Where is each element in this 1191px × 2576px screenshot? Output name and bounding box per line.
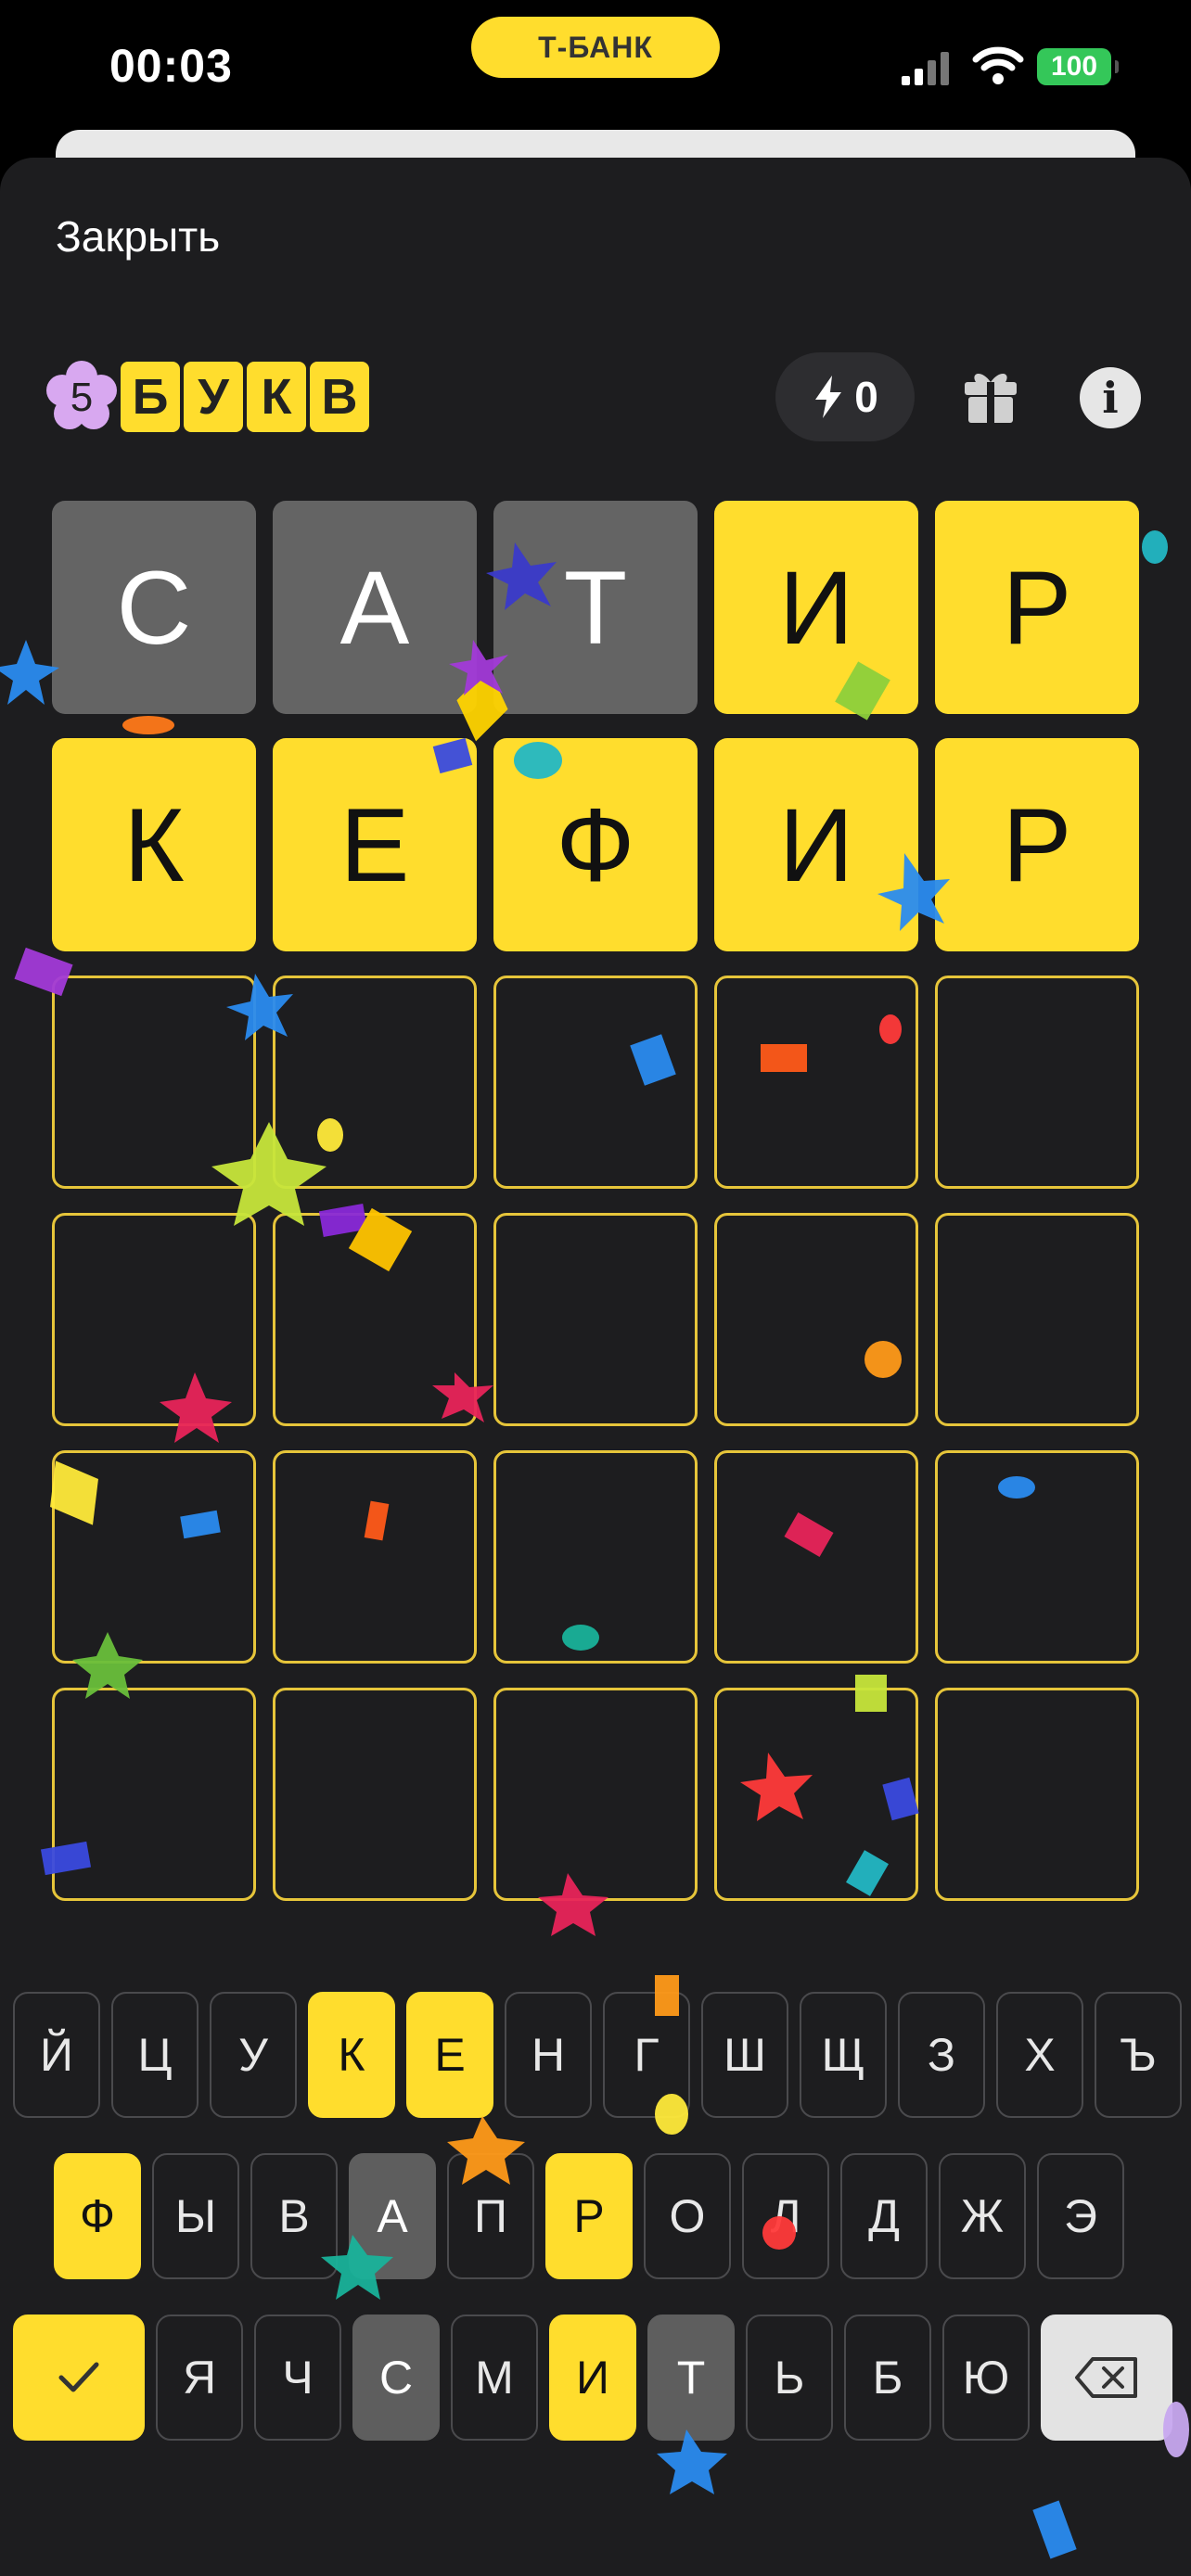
board-tile: Ф	[493, 738, 698, 951]
board-tile	[273, 1450, 477, 1664]
gift-icon[interactable]	[961, 365, 1020, 425]
board-tile	[935, 976, 1139, 1189]
close-button[interactable]: Закрыть	[56, 211, 220, 261]
logo-letter: К	[247, 362, 306, 432]
board-tile: К	[52, 738, 256, 951]
key-О[interactable]: О	[644, 2153, 731, 2279]
info-icon[interactable]: i	[1080, 367, 1141, 428]
key-Е[interactable]: Е	[406, 1992, 493, 2118]
key-Р[interactable]: Р	[545, 2153, 633, 2279]
key-В[interactable]: В	[250, 2153, 338, 2279]
battery-icon: 100	[1037, 48, 1119, 85]
energy-counter[interactable]: 0	[775, 352, 915, 441]
board-tile: И	[714, 501, 918, 714]
key-Ц[interactable]: Ц	[111, 1992, 198, 2118]
logo-letter: Б	[121, 362, 180, 432]
key-Г[interactable]: Г	[603, 1992, 690, 2118]
board-tile: А	[273, 501, 477, 714]
board-tile	[52, 1688, 256, 1901]
board-tile	[935, 1213, 1139, 1426]
bank-pill[interactable]: Т-БАНК	[471, 17, 720, 78]
game-logo: 5 БУКВ	[45, 360, 369, 434]
key-Ж[interactable]: Ж	[939, 2153, 1026, 2279]
status-time: 00:03	[109, 40, 233, 92]
key-Б[interactable]: Б	[844, 2315, 931, 2441]
board-tile	[935, 1450, 1139, 1664]
cellular-signal-icon	[902, 52, 949, 85]
key-И[interactable]: И	[549, 2315, 636, 2441]
key-Ю[interactable]: Ю	[942, 2315, 1030, 2441]
board-tile	[714, 1213, 918, 1426]
key-Д[interactable]: Д	[840, 2153, 928, 2279]
key-Ъ[interactable]: Ъ	[1095, 1992, 1182, 2118]
key-Н[interactable]: Н	[505, 1992, 592, 2118]
logo-letter: В	[310, 362, 369, 432]
board-tile: И	[714, 738, 918, 951]
board-tile: Р	[935, 501, 1139, 714]
board-tile	[273, 1213, 477, 1426]
submit-key[interactable]	[13, 2315, 145, 2441]
logo-letter: У	[184, 362, 243, 432]
key-Х[interactable]: Х	[996, 1992, 1083, 2118]
flower-badge-icon: 5	[45, 360, 119, 434]
energy-count: 0	[854, 373, 878, 421]
key-Т[interactable]: Т	[647, 2315, 735, 2441]
logo-number: 5	[70, 375, 93, 420]
board-tile	[52, 1450, 256, 1664]
key-З[interactable]: З	[898, 1992, 985, 2118]
board-tile	[714, 976, 918, 1189]
key-Л[interactable]: Л	[742, 2153, 829, 2279]
board-tile	[273, 1688, 477, 1901]
key-А[interactable]: А	[349, 2153, 436, 2279]
board-tile: Р	[935, 738, 1139, 951]
backspace-key[interactable]	[1041, 2315, 1172, 2441]
key-К[interactable]: К	[308, 1992, 395, 2118]
key-С[interactable]: С	[352, 2315, 440, 2441]
app-screen: 00:03 Т-БАНК 100 Закрыть 5 Б У К В 0 i С…	[0, 0, 1191, 2576]
board-tile	[52, 976, 256, 1189]
board-tile	[493, 1213, 698, 1426]
wifi-icon	[972, 46, 1024, 84]
key-Ь[interactable]: Ь	[746, 2315, 833, 2441]
backspace-icon	[1075, 2357, 1137, 2398]
board-tile	[714, 1450, 918, 1664]
status-bar: 00:03 Т-БАНК 100	[0, 0, 1191, 130]
board-tile	[493, 976, 698, 1189]
key-Э[interactable]: Э	[1037, 2153, 1124, 2279]
board-tile: Е	[273, 738, 477, 951]
key-Щ[interactable]: Щ	[800, 1992, 887, 2118]
key-У[interactable]: У	[210, 1992, 297, 2118]
key-Ш[interactable]: Ш	[701, 1992, 788, 2118]
key-Я[interactable]: Я	[156, 2315, 243, 2441]
key-Й[interactable]: Й	[13, 1992, 100, 2118]
logo-letters: БУКВ	[121, 362, 369, 432]
board-tile	[52, 1213, 256, 1426]
lightning-icon	[815, 376, 842, 418]
key-Ч[interactable]: Ч	[254, 2315, 341, 2441]
board-tile	[273, 976, 477, 1189]
board-tile	[935, 1688, 1139, 1901]
board-tile	[714, 1688, 918, 1901]
check-icon	[58, 2362, 99, 2392]
key-М[interactable]: М	[451, 2315, 538, 2441]
key-Ф[interactable]: Ф	[54, 2153, 141, 2279]
key-П[interactable]: П	[447, 2153, 534, 2279]
board-tile	[493, 1450, 698, 1664]
board-tile: Т	[493, 501, 698, 714]
board-tile	[493, 1688, 698, 1901]
key-Ы[interactable]: Ы	[152, 2153, 239, 2279]
board-tile: С	[52, 501, 256, 714]
